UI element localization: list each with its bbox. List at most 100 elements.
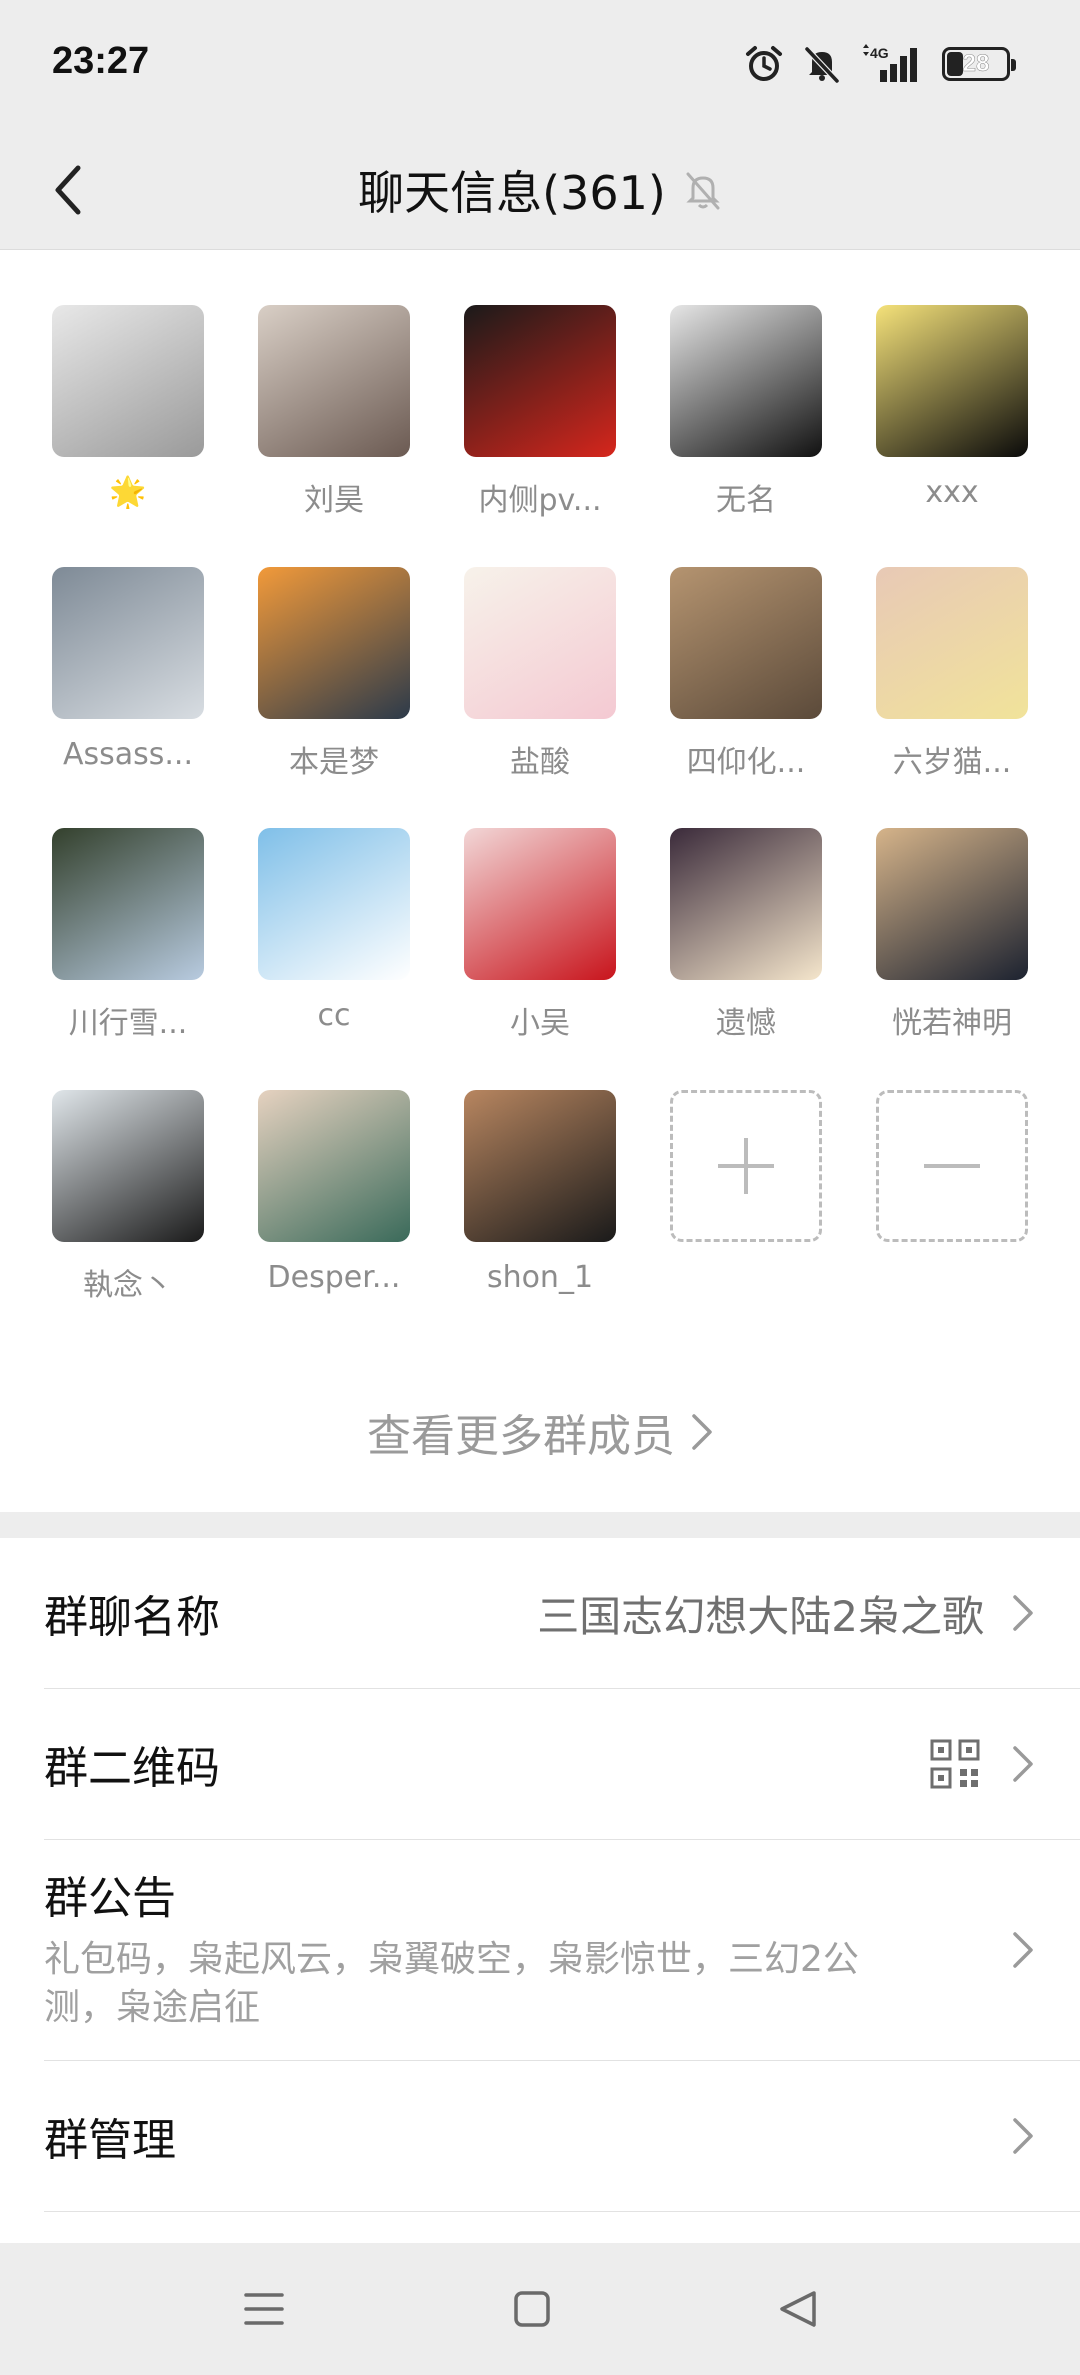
group-name-row[interactable]: 群聊名称 三国志幻想大陆2枭之歌 xyxy=(0,1538,1080,1688)
chevron-right-icon xyxy=(1013,1595,1033,1631)
member-name: 刘昊 xyxy=(304,483,364,518)
member-item[interactable]: Assass... xyxy=(52,567,204,772)
member-name: 无名 xyxy=(716,483,776,518)
section-separator xyxy=(0,1512,1080,1538)
member-avatar xyxy=(52,828,204,980)
member-item[interactable]: 内侧pv... xyxy=(464,305,616,519)
member-avatar xyxy=(258,828,410,980)
group-qr-label: 群二维码 xyxy=(44,1743,220,1794)
nav-title-wrap: 聊天信息(361) xyxy=(0,130,1080,250)
member-item[interactable]: 小吴 xyxy=(464,828,616,1042)
mute-icon xyxy=(804,46,840,84)
member-item[interactable]: 遗憾 xyxy=(670,828,822,1042)
member-name: 四仰化... xyxy=(686,745,806,780)
member-name: 川行雪... xyxy=(68,1006,188,1041)
alarm-icon xyxy=(746,46,782,81)
member-name: 🌟 xyxy=(109,475,147,510)
chevron-right-icon xyxy=(1013,1932,1033,1968)
group-notice-text: 礼包码，枭起风云，枭翼破空，枭影惊世，三幻2公 测，枭途启征 xyxy=(44,1936,924,2032)
member-avatar xyxy=(670,567,822,719)
menu-icon xyxy=(244,2293,284,2325)
member-item[interactable]: 本是梦 xyxy=(258,567,410,781)
member-avatar xyxy=(876,567,1028,719)
member-item[interactable]: 川行雪... xyxy=(52,828,204,1042)
member-avatar xyxy=(670,828,822,980)
member-item[interactable]: 刘昊 xyxy=(258,305,410,519)
member-name: 盐酸 xyxy=(510,745,570,780)
member-avatar xyxy=(52,567,204,719)
minus-icon xyxy=(924,1164,980,1168)
member-name: 小吴 xyxy=(510,1006,570,1041)
member-item[interactable]: 🌟 xyxy=(52,305,204,510)
mute-bell-icon xyxy=(686,172,720,210)
member-avatar xyxy=(464,828,616,980)
member-item[interactable]: Desper... xyxy=(258,1090,410,1295)
member-name: 恍若神明 xyxy=(892,1006,1012,1041)
chevron-right-icon xyxy=(692,1414,712,1450)
member-name: 執念丶 xyxy=(83,1268,173,1303)
battery-level xyxy=(947,52,963,76)
status-bar: 23:27 4G 28 xyxy=(0,0,1080,130)
member-item[interactable]: cc xyxy=(258,828,410,1033)
group-manage-row[interactable]: 群管理 xyxy=(0,2061,1080,2211)
group-notice-line-1: 礼包码，枭起风云，枭翼破空，枭影惊世，三幻2公 xyxy=(44,1939,859,1980)
view-more-members-link[interactable]: 查看更多群成员 xyxy=(0,1400,1080,1464)
add-member-box xyxy=(670,1090,822,1242)
system-nav-bar xyxy=(0,2243,1080,2375)
member-item[interactable]: 六岁猫... xyxy=(876,567,1028,781)
member-name: Desper... xyxy=(267,1260,401,1295)
qr-code-icon xyxy=(930,1739,980,1789)
member-avatar xyxy=(258,1090,410,1242)
home-button[interactable] xyxy=(500,2277,564,2341)
nav-bar: 聊天信息(361) xyxy=(0,130,1080,250)
member-avatar xyxy=(52,1090,204,1242)
member-avatar xyxy=(464,1090,616,1242)
member-name: 本是梦 xyxy=(289,745,379,780)
member-item[interactable]: 无名 xyxy=(670,305,822,519)
member-item[interactable]: 恍若神明 xyxy=(876,828,1028,1042)
remove-member-button[interactable] xyxy=(872,1090,1032,1242)
group-manage-label: 群管理 xyxy=(44,2115,176,2166)
member-avatar xyxy=(464,305,616,457)
network-type: 4G xyxy=(870,45,889,61)
member-name: shon_1 xyxy=(486,1260,594,1295)
member-avatar xyxy=(258,305,410,457)
member-avatar xyxy=(876,828,1028,980)
add-member-button[interactable] xyxy=(666,1090,826,1242)
group-name-label: 群聊名称 xyxy=(44,1592,220,1643)
plus-icon xyxy=(718,1138,774,1194)
member-item[interactable]: shon_1 xyxy=(464,1090,616,1295)
member-item[interactable]: 盐酸 xyxy=(464,567,616,781)
member-name: Assass... xyxy=(62,737,194,772)
member-name: 遗憾 xyxy=(716,1006,776,1041)
menu-button[interactable] xyxy=(232,2277,296,2341)
battery-icon: 28 xyxy=(942,47,1016,81)
member-item[interactable]: xxx xyxy=(876,305,1028,510)
member-avatar xyxy=(258,567,410,719)
chevron-right-icon xyxy=(1013,1746,1033,1782)
chevron-right-icon xyxy=(1013,2118,1033,2154)
group-name-value: 三国志幻想大陆2枭之歌 xyxy=(537,1591,984,1641)
member-avatar xyxy=(670,305,822,457)
status-time: 23:27 xyxy=(52,40,150,82)
home-square-icon xyxy=(514,2291,550,2327)
signal-icon: 4G xyxy=(863,44,917,82)
member-name: 六岁猫... xyxy=(892,745,1012,780)
status-icons: 4G 28 xyxy=(744,42,1016,86)
member-item[interactable]: 執念丶 xyxy=(52,1090,204,1304)
member-avatar xyxy=(52,305,204,457)
members-grid: 🌟 刘昊 内侧pv... 无名 xxx Assass... 本是梦 盐酸 四仰化... 六岁猫..… xyxy=(0,250,1080,1512)
member-avatar xyxy=(876,305,1028,457)
view-more-members-label: 查看更多群成员 xyxy=(367,1411,675,1462)
page-title: 聊天信息(361) xyxy=(358,166,666,220)
system-back-button[interactable] xyxy=(766,2277,830,2341)
group-notice-row[interactable]: 群公告 礼包码，枭起风云，枭翼破空，枭影惊世，三幻2公 测，枭途启征 xyxy=(0,1840,1080,2060)
group-notice-line-2: 测，枭途启征 xyxy=(44,1987,261,2028)
group-qr-row[interactable]: 群二维码 xyxy=(0,1689,1080,1839)
member-avatar xyxy=(464,567,616,719)
member-name: cc xyxy=(317,998,351,1033)
remove-member-box xyxy=(876,1090,1028,1242)
member-name: xxx xyxy=(925,475,979,510)
back-triangle-icon xyxy=(780,2291,816,2327)
member-item[interactable]: 四仰化... xyxy=(670,567,822,781)
